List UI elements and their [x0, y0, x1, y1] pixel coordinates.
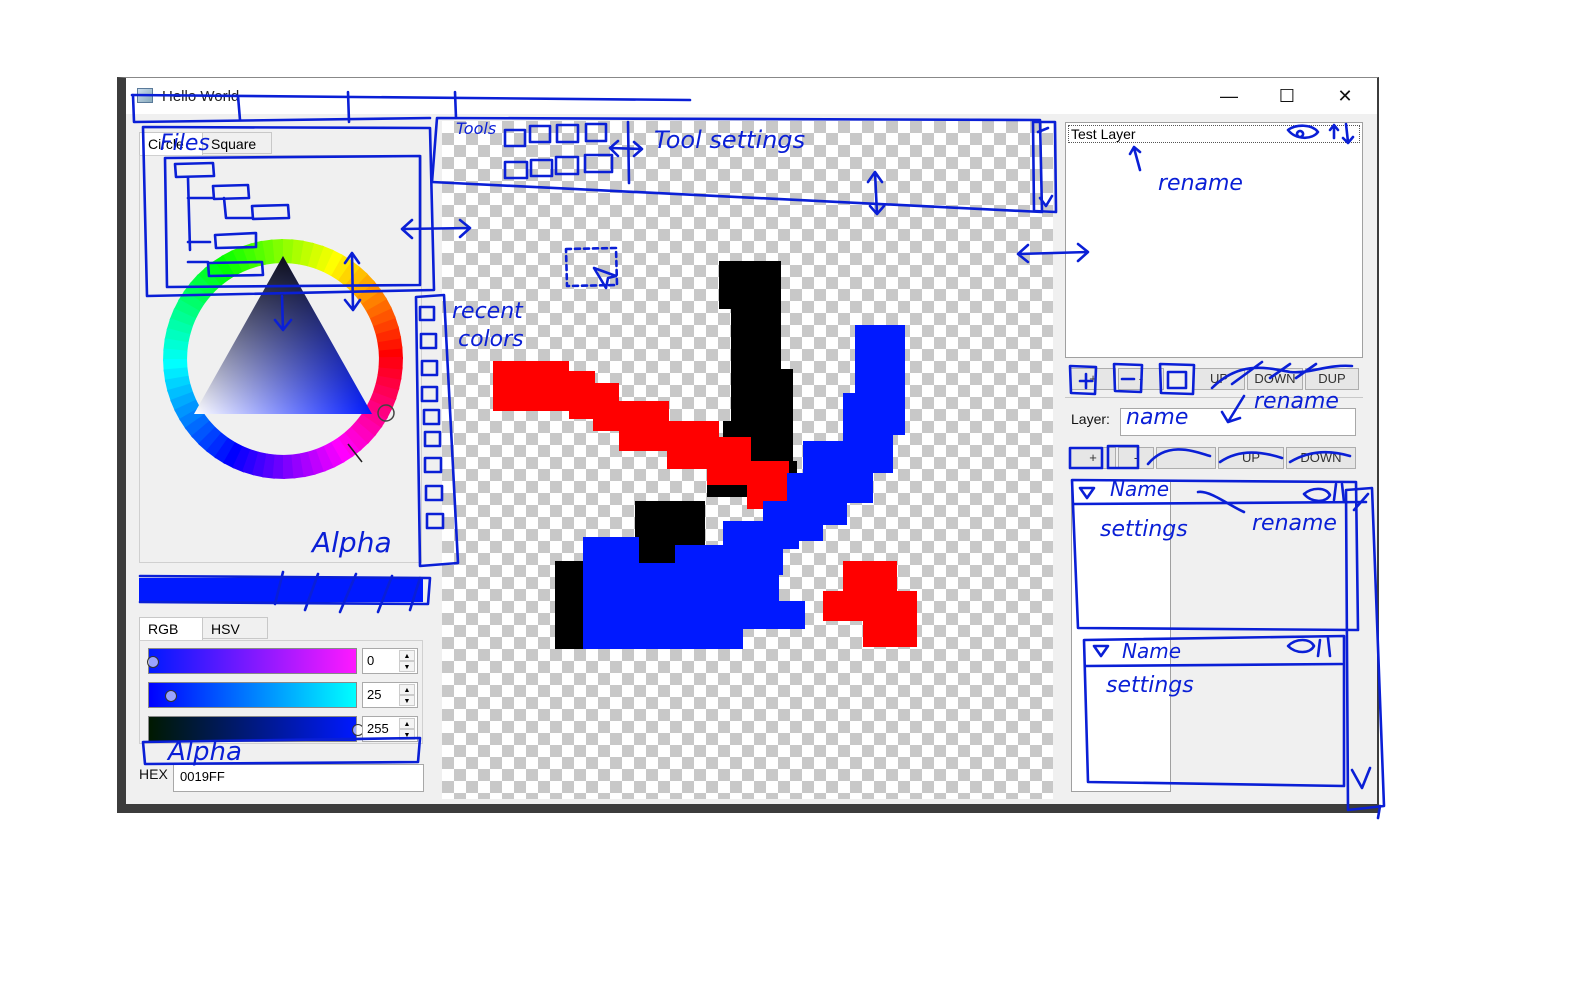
green-slider[interactable]: [148, 682, 357, 708]
blue-spinbox[interactable]: 255 ▲ ▼: [362, 716, 418, 742]
paint-pixel-block: [593, 383, 619, 431]
tab-rgb[interactable]: RGB: [139, 617, 203, 641]
mode-tab-strip: RGB HSV: [139, 617, 419, 641]
tab-square[interactable]: Square: [202, 132, 272, 154]
layer-name-label: Layer:: [1071, 411, 1110, 427]
app-icon: [137, 88, 153, 103]
color-wheel[interactable]: [140, 156, 423, 564]
layer-duplicate-button[interactable]: DUP: [1305, 368, 1359, 390]
title-bar[interactable]: Hello World — ☐ ✕: [126, 78, 1377, 114]
hex-label: HEX: [139, 766, 168, 782]
effect-up-button[interactable]: UP: [1218, 447, 1284, 469]
blue-slider[interactable]: [148, 716, 364, 742]
tab-hsv[interactable]: HSV: [202, 617, 268, 639]
green-spinbox[interactable]: 25 ▲ ▼: [362, 682, 418, 708]
hex-input[interactable]: 0019FF: [173, 764, 424, 792]
layer-down-button[interactable]: DOWN: [1247, 368, 1303, 390]
layer-item[interactable]: Test Layer: [1068, 125, 1360, 143]
red-slider[interactable]: [147, 648, 357, 674]
minimize-button[interactable]: —: [1200, 78, 1258, 114]
rgb-panel: 0 ▲ ▼ 25 ▲ ▼ 255 ▲ ▼: [139, 640, 423, 744]
paint-pixel-block: [719, 261, 781, 309]
paint-pixel-block: [635, 501, 705, 545]
effect-down-button[interactable]: DOWN: [1286, 447, 1356, 469]
layer-up-button[interactable]: UP: [1193, 368, 1245, 390]
color-wheel-panel: [139, 155, 422, 563]
window-title: Hello World: [162, 88, 240, 105]
paint-pixel-block: [619, 401, 669, 451]
picker-tab-strip: Circle Square: [139, 132, 419, 156]
paint-pixel-block: [493, 361, 569, 411]
paint-pixel-block: [715, 601, 805, 629]
paint-pixel-block: [569, 371, 595, 419]
maximize-button[interactable]: ☐: [1258, 78, 1316, 114]
layer-list[interactable]: Test Layer: [1065, 122, 1363, 358]
drawing-canvas[interactable]: [442, 121, 1053, 799]
paint-pixel-block: [707, 437, 751, 485]
tab-circle[interactable]: Circle: [139, 132, 203, 156]
add-layer-button[interactable]: +: [1070, 368, 1116, 390]
layer-name-input[interactable]: [1120, 408, 1356, 436]
remove-effect-button[interactable]: -: [1118, 447, 1154, 469]
app-window: Hello World — ☐ ✕ Circle Square RGB HSV …: [117, 77, 1379, 813]
close-button[interactable]: ✕: [1316, 78, 1374, 114]
red-spinbox[interactable]: 0 ▲ ▼: [362, 648, 418, 674]
paint-pixel-block: [731, 309, 781, 369]
paint-pixel-block: [823, 591, 863, 621]
paint-pixel-block: [555, 561, 585, 649]
effect-button[interactable]: [1156, 447, 1216, 469]
add-effect-button[interactable]: +: [1070, 447, 1116, 469]
paint-pixel-block: [731, 369, 793, 421]
current-color-swatch: [139, 578, 423, 602]
paint-pixel-block: [723, 521, 799, 549]
remove-layer-button[interactable]: -: [1118, 368, 1164, 390]
paint-pixel-block: [883, 621, 917, 647]
divider: [1065, 397, 1363, 398]
effect-list[interactable]: [1071, 480, 1171, 792]
